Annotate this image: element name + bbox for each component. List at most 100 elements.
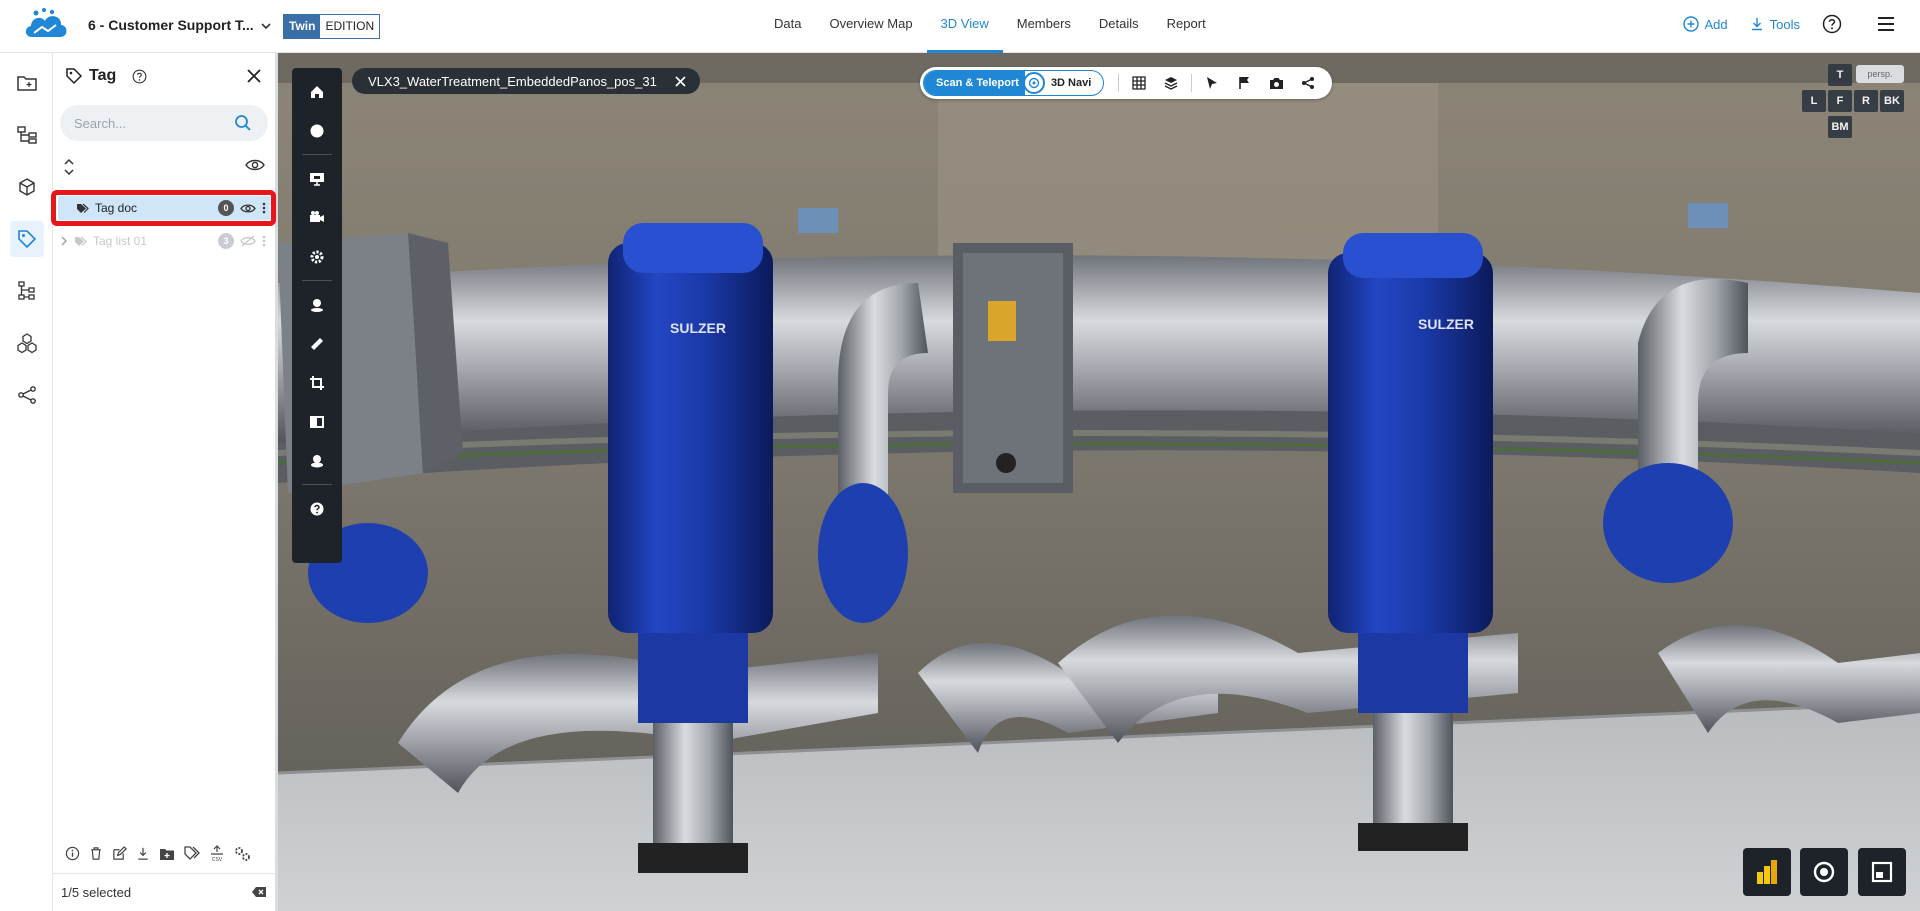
panorama-scene[interactable]: SULZER SULZER <box>278 53 1920 911</box>
tab-data[interactable]: Data <box>760 0 815 53</box>
measure-button[interactable] <box>292 324 342 363</box>
plus-circle-icon <box>1682 16 1699 32</box>
search-input[interactable] <box>74 114 234 132</box>
rail-item-hierarchy[interactable] <box>0 109 53 161</box>
walk-button[interactable] <box>292 198 342 237</box>
tab-report[interactable]: Report <box>1153 0 1220 53</box>
settings-icon[interactable] <box>234 846 251 862</box>
view-top-button[interactable]: T <box>1828 64 1852 86</box>
download-icon[interactable] <box>136 846 150 861</box>
viewer-navbar: Scan & Teleport 3D Navi <box>920 67 1333 99</box>
panel-title: Tag <box>89 67 117 84</box>
hierarchy-icon <box>16 126 37 144</box>
rail-item-model[interactable] <box>0 161 53 213</box>
panel-toolbar: CSV <box>65 845 275 862</box>
divider <box>302 280 332 281</box>
app-logo-icon[interactable] <box>22 7 70 45</box>
compass-icon <box>1813 861 1835 883</box>
cursor-icon <box>1207 77 1218 89</box>
screenshot-button[interactable] <box>1260 67 1292 99</box>
tags-icon[interactable] <box>184 846 200 861</box>
help-icon[interactable] <box>132 69 147 84</box>
presentation-button[interactable] <box>292 159 342 198</box>
rail-item-files[interactable] <box>0 57 53 109</box>
help-button[interactable] <box>292 489 342 528</box>
nav-mode-scan-teleport[interactable]: Scan & Teleport <box>924 71 1025 95</box>
layers-3d-icon <box>311 454 323 467</box>
trash-icon[interactable] <box>89 846 103 861</box>
tag-item[interactable]: Tag list 01 3 <box>58 229 270 253</box>
split-view-button[interactable] <box>1858 848 1906 896</box>
rail-item-components[interactable] <box>0 317 53 369</box>
rail-item-structure[interactable] <box>0 265 53 317</box>
share-button[interactable] <box>1292 67 1324 99</box>
edit-icon[interactable] <box>112 846 127 861</box>
flag-button[interactable] <box>1228 67 1260 99</box>
compare-button[interactable] <box>292 402 342 441</box>
eye-off-icon[interactable] <box>240 235 256 247</box>
eye-icon[interactable] <box>240 203 256 214</box>
select-button[interactable] <box>1196 67 1228 99</box>
tag-item[interactable]: Tag doc 0 <box>58 196 270 220</box>
powerbi-button[interactable] <box>1743 848 1791 896</box>
edition-badge: Twin EDITION <box>283 14 381 39</box>
tag-panel: Tag <box>53 53 278 911</box>
rail-item-share[interactable] <box>0 369 53 421</box>
nav-mode-toggle[interactable]: Scan & Teleport 3D Navi <box>923 70 1105 96</box>
settings-button[interactable] <box>292 237 342 276</box>
monitor-icon <box>310 172 324 186</box>
add-label: Add <box>1704 16 1728 32</box>
svg-text:CSV: CSV <box>212 857 223 862</box>
layers-button[interactable] <box>1155 67 1187 99</box>
left-icon-rail <box>0 53 53 911</box>
close-icon[interactable] <box>675 75 686 87</box>
toggle-knob <box>1022 72 1045 94</box>
more-vertical-icon[interactable] <box>262 235 266 247</box>
minimap-button[interactable] <box>1800 848 1848 896</box>
tab-details[interactable]: Details <box>1085 0 1153 53</box>
eye-icon[interactable] <box>245 158 265 172</box>
chevron-right-icon[interactable] <box>60 236 68 246</box>
csv-upload-icon[interactable]: CSV <box>209 845 225 862</box>
help-icon[interactable] <box>1822 14 1842 34</box>
document-chip[interactable]: VLX3_WaterTreatment_EmbeddedPanos_pos_31 <box>352 68 700 94</box>
projection-toggle[interactable]: persp. <box>1856 65 1904 83</box>
folder-icon <box>16 76 37 91</box>
compare-icon <box>310 415 324 428</box>
orbit-button[interactable] <box>292 111 342 150</box>
search-icon[interactable] <box>234 114 252 132</box>
grid-button[interactable] <box>1123 67 1155 99</box>
nav-mode-3d-navi[interactable]: 3D Navi <box>1045 77 1103 89</box>
crop-button[interactable] <box>292 363 342 402</box>
powerbi-icon <box>1757 860 1777 884</box>
add-button[interactable]: Add <box>1682 16 1728 32</box>
tab-3d-view[interactable]: 3D View <box>926 0 1003 53</box>
view-back-button[interactable]: BK <box>1880 90 1904 112</box>
tab-overview-map[interactable]: Overview Map <box>815 0 926 53</box>
close-icon[interactable] <box>245 67 263 85</box>
folder-add-icon[interactable] <box>159 847 175 861</box>
tag-label: Tag doc <box>95 201 138 215</box>
view-left-button[interactable]: L <box>1802 90 1826 112</box>
view-right-button[interactable]: R <box>1854 90 1878 112</box>
view-front-button[interactable]: F <box>1828 90 1852 112</box>
view-bottom-button[interactable]: BM <box>1828 116 1852 138</box>
tools-button[interactable]: Tools <box>1750 17 1800 32</box>
main-nav: Data Overview Map 3D View Members Detail… <box>760 0 1220 53</box>
layers-icon <box>1165 77 1178 90</box>
home-button[interactable] <box>292 72 342 111</box>
download-icon <box>1751 18 1762 31</box>
tab-members[interactable]: Members <box>1003 0 1085 53</box>
project-name[interactable]: 6 - Customer Support T... <box>88 17 254 33</box>
more-vertical-icon[interactable] <box>262 202 266 214</box>
expand-collapse-icon[interactable] <box>63 156 75 178</box>
tag-icon <box>17 230 36 249</box>
pin-button[interactable] <box>292 285 342 324</box>
clear-selection-icon[interactable] <box>251 886 267 898</box>
rail-item-tags[interactable] <box>0 213 53 265</box>
info-icon[interactable] <box>65 846 80 861</box>
chevron-down-icon[interactable] <box>259 19 273 33</box>
model-button[interactable] <box>292 441 342 480</box>
3d-viewer[interactable]: SULZER SULZER <box>278 53 1920 911</box>
hamburger-menu-icon[interactable] <box>1876 15 1896 33</box>
